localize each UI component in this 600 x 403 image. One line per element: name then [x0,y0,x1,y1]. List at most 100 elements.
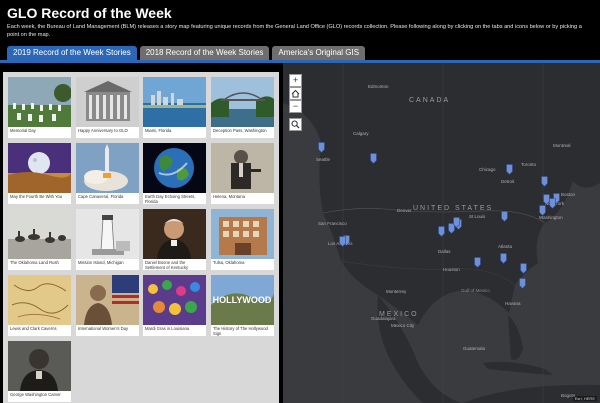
story-panel[interactable]: Memorial Day Happy Anniversary to GLO Mi… [3,72,279,403]
label-detroit: Detroit [501,179,515,184]
story-caption: May the Fourth Be With You [10,194,63,199]
story-card-lewis-and-clark[interactable]: Lewis and Clark Caverns [8,275,71,336]
map-attribution: Esri, HERE [572,396,597,401]
label-denver: Denver [397,208,412,213]
label-seattle: Seattle [316,157,331,162]
story-thumbnail [8,275,71,325]
story-thumbnail [76,77,139,127]
story-card-tulsa-oklahoma[interactable]: Tulsa, Oklahoma [211,209,274,270]
label-united-states: UNITED STATES [413,205,494,212]
label-havana: Havana [505,301,521,306]
story-caption: The History of The Hollywood Sign [213,326,268,336]
label-canada: CANADA [409,97,451,104]
story-map[interactable]: + − CANADA UNITED STATES MEXICO Gulf of … [283,63,600,403]
story-caption: Memorial Day [10,128,36,133]
label-atlanta: Atlanta [498,244,513,249]
app-header: GLO Record of the Week Each week, the Bu… [0,0,600,44]
story-card-mardi-gras[interactable]: Mardi Gras in Louisiana [143,275,206,336]
tab-bar: 2019 Record of the Week Stories 2018 Rec… [7,46,366,60]
story-pin-marker[interactable] [438,226,445,237]
story-thumbnail [8,341,71,391]
story-pin-marker[interactable] [549,198,556,209]
story-pin-marker[interactable] [370,153,377,164]
story-pin-marker[interactable] [339,236,346,247]
story-thumbnail: HOLLYWOOD [211,275,274,325]
story-card-memorial-day[interactable]: Memorial Day [8,77,71,138]
label-calgary: Calgary [353,131,369,136]
story-card-miami-florida[interactable]: Miami, Florida [143,77,206,138]
label-toronto: Toronto [521,162,537,167]
label-houston: Houston [443,267,460,272]
story-card-mission-island[interactable]: Mission Island, Michigan [76,209,139,270]
story-caption: Helena, Montana [213,194,245,199]
story-caption: Happy Anniversary to GLO [78,128,128,133]
label-monterrey: Monterrey [386,289,407,294]
story-caption: Mission Island, Michigan [78,260,124,265]
search-button[interactable] [289,118,302,131]
home-icon [291,89,300,98]
story-pin-marker[interactable] [520,263,527,274]
label-guadalajara: Guadalajara [371,316,396,321]
story-thumbnail [76,209,139,259]
intro-text: Each week, the Bureau of Land Management… [7,24,582,38]
story-card-george-washington-carver[interactable]: George Washington Carver [8,341,71,402]
story-pin-marker[interactable] [501,211,508,222]
story-pin-marker[interactable] [539,205,546,216]
story-caption: Lewis and Clark Caverns [10,326,57,331]
story-thumbnail [8,77,71,127]
label-guatemala: Guatemala [463,346,486,351]
story-card-oklahoma-land-rush[interactable]: The Oklahoma Land Rush [8,209,71,270]
story-pin-marker[interactable] [453,217,460,228]
story-caption: Tulsa, Oklahoma [213,260,245,265]
svg-text:HOLLYWOOD: HOLLYWOOD [213,295,272,305]
story-pin-marker[interactable] [474,257,481,268]
story-card-international-womens-day[interactable]: International Women's Day [76,275,139,336]
story-pin-marker[interactable] [506,164,513,175]
zoom-in-button[interactable]: + [289,74,302,87]
label-dallas: Dallas [438,249,451,254]
page-title: GLO Record of the Week [7,5,172,21]
story-card-helena-montana[interactable]: Helena, Montana [211,143,274,204]
story-thumbnail [211,77,274,127]
story-caption: Earth Day Echoing Streets, Florida [145,194,196,204]
story-caption: Daniel Boone and the Settlement of Kentu… [145,260,189,270]
story-thumbnail [211,143,274,193]
label-st-louis: St Louis [469,214,486,219]
story-thumbnail [143,77,206,127]
search-icon [291,120,300,129]
story-caption: Miami, Florida [145,128,172,133]
label-montreal: Montreal [553,143,571,148]
story-thumbnail [143,275,206,325]
story-card-deception-pass[interactable]: Deception Pass, Washington [211,77,274,138]
label-boston: Boston [561,192,576,197]
story-thumbnail [143,209,206,259]
story-caption: George Washington Carver [10,392,61,397]
label-san-francisco: San Francisco [318,221,347,226]
story-card-daniel-boone[interactable]: Daniel Boone and the Settlement of Kentu… [143,209,206,270]
tab-2018-stories[interactable]: 2018 Record of the Week Stories [139,46,270,60]
story-thumbnail [211,209,274,259]
story-card-happy-anniversary-glo[interactable]: Happy Anniversary to GLO [76,77,139,138]
story-card-hollywood-sign[interactable]: HOLLYWOOD The History of The Hollywood S… [211,275,274,336]
story-card-earth-day[interactable]: Earth Day Echoing Streets, Florida [143,143,206,204]
story-pin-marker[interactable] [541,176,548,187]
story-caption: Mardi Gras in Louisiana [145,326,190,331]
tab-2019-stories[interactable]: 2019 Record of the Week Stories [7,46,137,60]
tab-americas-original-gis[interactable]: America's Original GIS [272,46,366,60]
label-mexico-city: Mexico City [391,323,415,328]
story-pin-marker[interactable] [500,253,507,264]
story-caption: International Women's Day [78,326,129,331]
label-edmonton: Edmonton [368,84,389,89]
story-thumbnail [8,143,71,193]
story-card-may-the-fourth[interactable]: May the Fourth Be With You [8,143,71,204]
home-button[interactable] [289,87,302,100]
story-pin-marker[interactable] [318,142,325,153]
story-thumbnail [76,275,139,325]
story-thumbnail [143,143,206,193]
story-thumbnail [8,209,71,259]
zoom-out-button[interactable]: − [289,100,302,113]
story-caption: Cape Canaveral, Florida [78,194,124,199]
story-pin-marker[interactable] [519,278,526,289]
story-card-cape-canaveral[interactable]: Cape Canaveral, Florida [76,143,139,204]
label-gulf-of-mexico: Gulf of Mexico [461,288,490,293]
